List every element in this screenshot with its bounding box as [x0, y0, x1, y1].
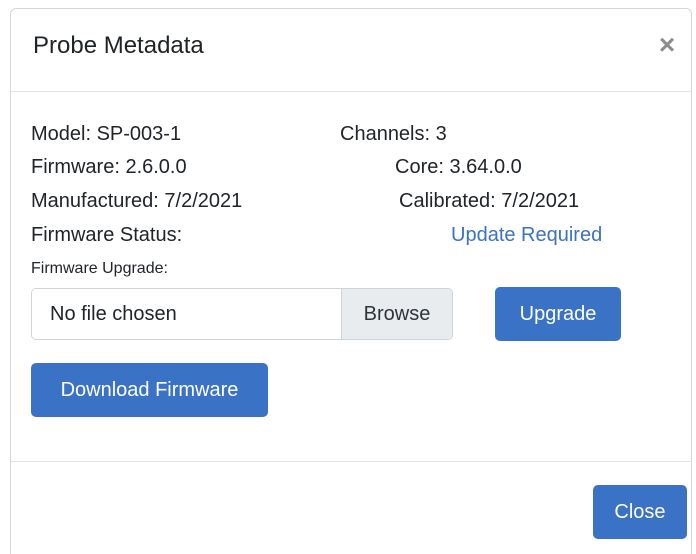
firmware-text: Firmware: 2.6.0.0	[31, 156, 187, 178]
firmware-status-label: Firmware Status:	[31, 224, 183, 246]
close-button[interactable]: Close	[593, 485, 687, 539]
download-firmware-button[interactable]: Download Firmware	[31, 363, 268, 417]
browse-button[interactable]: Browse	[341, 289, 452, 339]
firmware-file-input[interactable]: No file chosen Browse	[31, 288, 453, 340]
footer-divider	[11, 461, 691, 462]
model-text: Model: SP-003-1	[31, 123, 182, 145]
calibrated-text: Calibrated: 7/2/2021	[399, 190, 580, 212]
core-text: Core: 3.64.0.0	[395, 156, 522, 178]
close-icon[interactable]: ×	[655, 31, 679, 59]
firmware-status-link[interactable]: Update Required	[451, 223, 602, 247]
file-chosen-text[interactable]: No file chosen	[32, 289, 341, 339]
channels-text: Channels: 3	[340, 123, 447, 145]
modal-title: Probe Metadata	[33, 32, 204, 59]
modal-header: Probe Metadata ×	[11, 9, 691, 92]
upgrade-button[interactable]: Upgrade	[495, 287, 621, 341]
probe-metadata-modal: Probe Metadata × Model: SP-003-1 Channel…	[10, 8, 692, 554]
manufactured-text: Manufactured: 7/2/2021	[31, 190, 243, 212]
firmware-upgrade-label: Firmware Upgrade:	[31, 260, 168, 277]
